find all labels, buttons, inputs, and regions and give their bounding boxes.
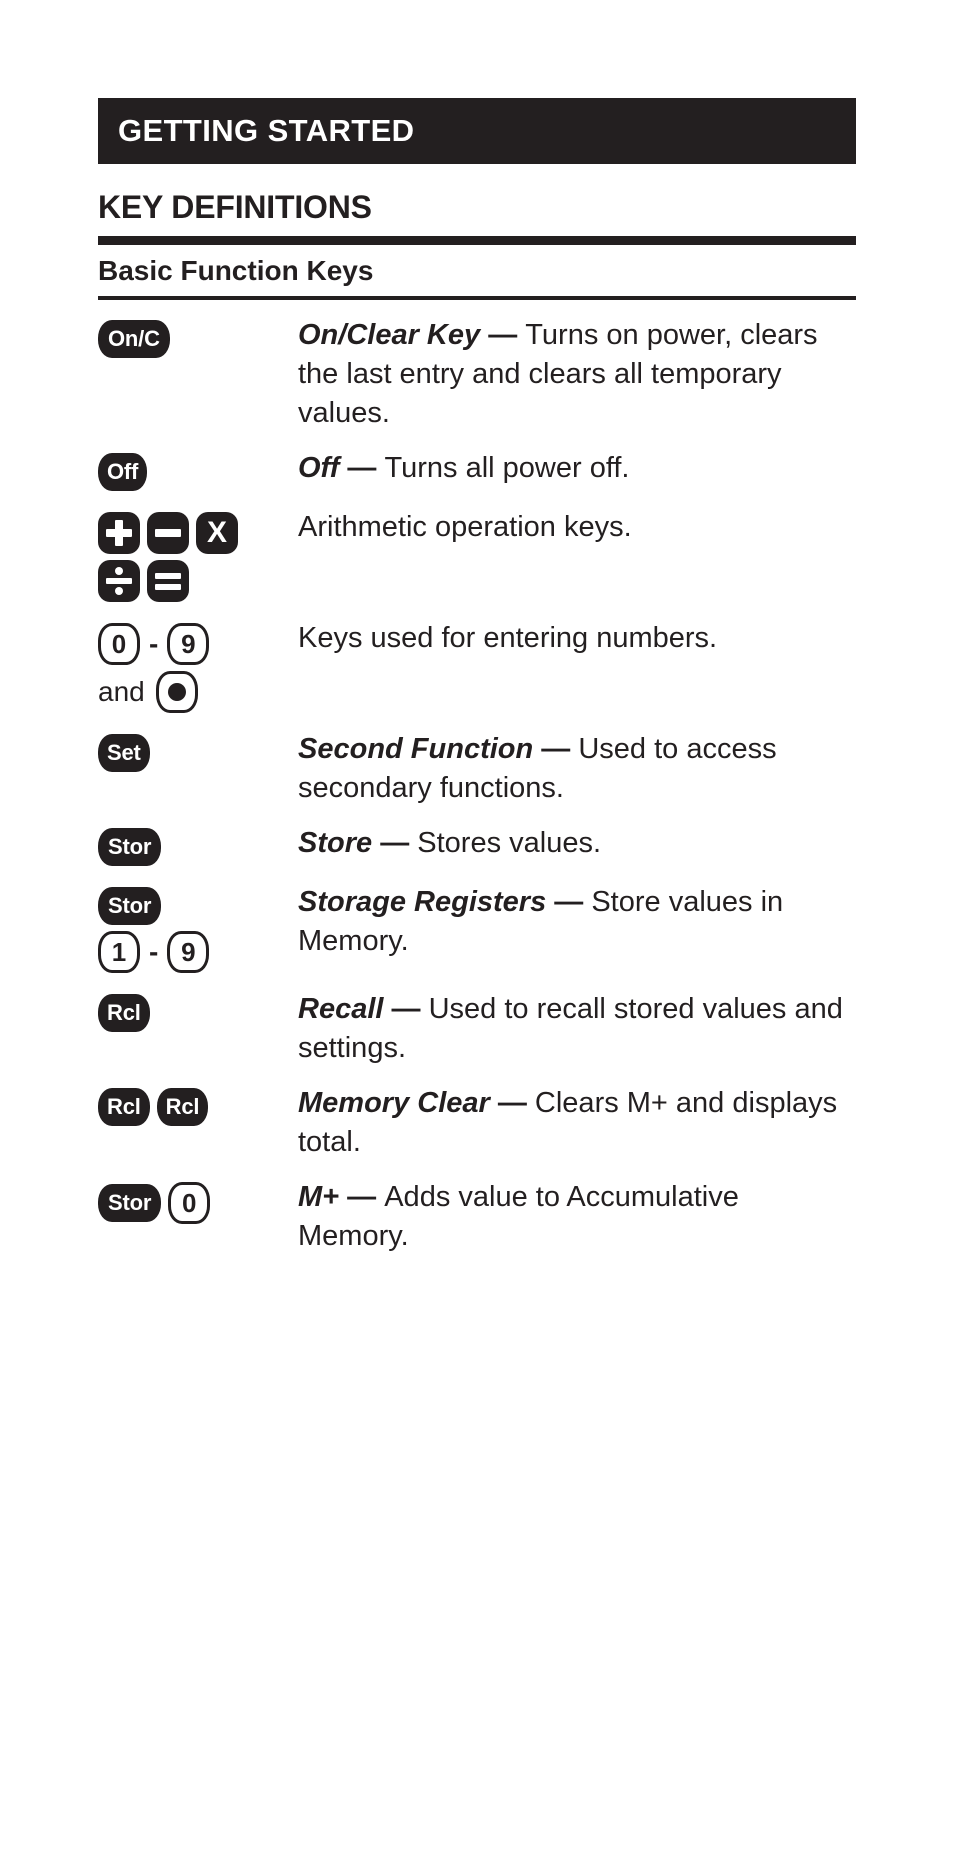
key-description-cell: Second Function — Used to access seconda… (298, 730, 856, 807)
section-banner: GETTING STARTED (98, 98, 856, 164)
key-description-dash: — (339, 1181, 385, 1214)
key-description-dash: — (372, 827, 418, 860)
key-minus-icon (147, 512, 189, 555)
key-rcl-icon: Rcl (98, 994, 150, 1033)
key-definition-row: 0-9 and Keys used for entering numbers. (98, 619, 856, 714)
key-definition-row: Stor Store — Stores values. (98, 824, 856, 867)
key-definition-row: X Arithmetic operation keys. (98, 508, 856, 603)
key-description-cell: Recall — Used to recall stored values an… (298, 990, 856, 1067)
key-rcl-icon: Rcl (156, 1088, 209, 1127)
key-description-lead: Recall (298, 993, 384, 1026)
key-glyph-cell: On/C (98, 316, 298, 359)
key-off-icon: Off (98, 453, 148, 492)
key-description-dash: — (339, 452, 385, 485)
key-description-lead: On/Clear Key (298, 319, 481, 352)
key-description-cell: M+ — Adds value to Accumulative Memory. (298, 1178, 856, 1255)
key-glyph-line (98, 560, 298, 603)
document-page: GETTING STARTED KEY DEFINITIONS Basic Fu… (0, 0, 954, 1862)
key-equals-icon (147, 560, 189, 603)
key-description-cell: Keys used for entering numbers. (298, 619, 856, 658)
key-divide-icon (98, 560, 140, 603)
key-glyph-line: 1-9 (98, 931, 298, 974)
banner-title: GETTING STARTED (118, 113, 415, 148)
key-definition-row: Stor 1-9 Storage Registers — Store values … (98, 883, 856, 974)
key-glyph-line: Rcl Rcl (98, 1088, 298, 1127)
key-range-dash: - (149, 936, 159, 968)
key-digit-0-icon: 0 (98, 623, 140, 666)
key-description-dash: — (533, 733, 579, 766)
key-definitions-list: On/C On/Clear Key — Turns on power, clear… (98, 316, 856, 1255)
key-digit-0-icon: 0 (168, 1182, 211, 1225)
key-glyph-line: On/C (98, 320, 298, 359)
key-description-lead: Storage Registers (298, 886, 547, 919)
key-glyph-cell: Off (98, 449, 298, 492)
key-description-body: Stores values. (417, 827, 602, 860)
key-glyph-cell: Set (98, 730, 298, 773)
key-glyph-line: Stor (98, 828, 298, 867)
key-glyph-cell: Rcl Rcl (98, 1084, 298, 1127)
key-set-icon: Set (98, 734, 150, 773)
key-stor-icon: Stor (98, 887, 162, 926)
key-digit-9-icon: 9 (167, 623, 210, 666)
key-conjunction-label: and (98, 676, 145, 708)
key-definition-row: Off Off — Turns all power off. (98, 449, 856, 492)
key-glyph-line: Stor 0 (98, 1182, 298, 1225)
subheading-rule-thin (98, 296, 856, 301)
key-digit-9-icon: 9 (167, 931, 210, 974)
key-glyph-line: Off (98, 453, 298, 492)
key-description-cell: Memory Clear — Clears M+ and displays to… (298, 1084, 856, 1161)
key-glyph-cell: X (98, 508, 298, 603)
key-description-dash: — (497, 1087, 535, 1120)
key-multiply-icon: X (196, 512, 238, 555)
key-glyph-line: Rcl (98, 994, 298, 1033)
key-rcl-icon: Rcl (98, 1088, 150, 1127)
key-description-cell: Off — Turns all power off. (298, 449, 856, 488)
key-definition-row: Rcl Recall — Used to recall stored values… (98, 990, 856, 1067)
key-description-lead: Second Function (298, 733, 534, 766)
key-description-dash: — (480, 319, 526, 352)
key-glyph-cell: Stor (98, 824, 298, 867)
key-glyph-line: and (98, 671, 298, 714)
key-description-body: Arithmetic operation keys. (298, 511, 632, 544)
key-description-body: Turns all power off. (384, 452, 630, 485)
key-definition-row: Rcl Rcl Memory Clear — Clears M+ and displ… (98, 1084, 856, 1161)
key-description-body: Keys used for entering numbers. (298, 622, 718, 655)
key-stor-icon: Stor (98, 1184, 162, 1223)
key-digit-1-icon: 1 (98, 931, 140, 974)
section-heading: KEY DEFINITIONS (98, 189, 372, 225)
key-glyph-line: X (98, 512, 298, 555)
key-stor-icon: Stor (98, 828, 162, 867)
key-definition-row: Stor 0 M+ — Adds value to Accumulative Mem… (98, 1178, 856, 1255)
key-description-lead: Off (298, 452, 340, 485)
key-description-dash: — (546, 886, 592, 919)
key-glyph-cell: 0-9 and (98, 619, 298, 714)
key-description-cell: Arithmetic operation keys. (298, 508, 856, 547)
heading-rule-thick (98, 236, 856, 245)
key-description-lead: M+ (298, 1181, 340, 1214)
key-description-cell: On/Clear Key — Turns on power, clears th… (298, 316, 856, 432)
key-description-lead: Store (298, 827, 373, 860)
key-definition-row: On/C On/Clear Key — Turns on power, clear… (98, 316, 856, 432)
key-description-cell: Storage Registers — Store values in Memo… (298, 883, 856, 960)
key-description-lead: Memory Clear (298, 1087, 498, 1120)
key-glyph-cell: Rcl (98, 990, 298, 1033)
multiply-glyph: X (206, 516, 227, 550)
page-content: GETTING STARTED KEY DEFINITIONS Basic Fu… (98, 98, 856, 1273)
key-glyph-line: Stor (98, 887, 298, 926)
key-plus-icon (98, 512, 140, 555)
decimal-dot-glyph (167, 683, 186, 702)
key-decimal-point-icon (155, 671, 198, 714)
key-range-dash: - (149, 628, 159, 660)
key-description-dash: — (383, 993, 429, 1026)
key-glyph-cell: Stor 0 (98, 1178, 298, 1225)
subsection-heading: Basic Function Keys (98, 255, 374, 286)
key-glyph-line: Set (98, 734, 298, 773)
key-on-c-icon: On/C (98, 320, 170, 359)
key-description-cell: Store — Stores values. (298, 824, 856, 863)
key-glyph-line: 0-9 (98, 623, 298, 666)
key-glyph-cell: Stor 1-9 (98, 883, 298, 974)
key-definition-row: Set Second Function — Used to access seco… (98, 730, 856, 807)
